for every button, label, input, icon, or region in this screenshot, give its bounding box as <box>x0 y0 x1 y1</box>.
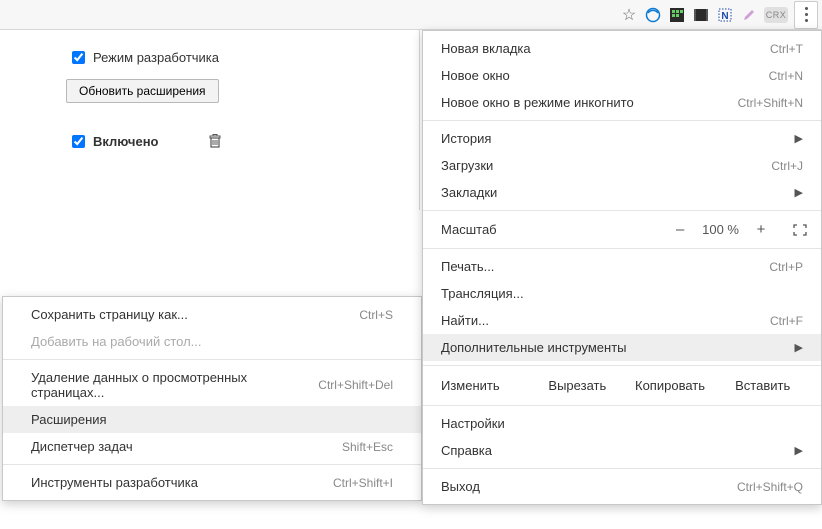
submenu-save-page[interactable]: Сохранить страницу как... Ctrl+S <box>3 301 421 328</box>
menu-label: Новое окно в режиме инкогнито <box>441 95 634 110</box>
menu-new-window[interactable]: Новое окно Ctrl+N <box>423 62 821 89</box>
menu-shortcut: Ctrl+N <box>769 69 803 83</box>
chrome-menu-button[interactable] <box>794 1 818 29</box>
menu-history[interactable]: История ▶ <box>423 125 821 152</box>
menu-incognito[interactable]: Новое окно в режиме инкогнито Ctrl+Shift… <box>423 89 821 116</box>
menu-separator <box>423 248 821 249</box>
submenu-shortcut: Ctrl+S <box>359 308 393 322</box>
fullscreen-icon[interactable] <box>791 223 809 237</box>
zoom-controls: – 100 % + <box>672 221 809 238</box>
menu-separator <box>3 464 421 465</box>
svg-text:N: N <box>721 11 728 22</box>
menu-label: Новое окно <box>441 68 510 83</box>
submenu-label: Инструменты разработчика <box>31 475 198 490</box>
edit-cut-button[interactable]: Вырезать <box>531 376 624 395</box>
browser-toolbar: ☆ N CRX <box>0 0 822 30</box>
edit-label: Изменить <box>441 378 531 393</box>
crx-badge[interactable]: CRX <box>764 7 788 23</box>
menu-label: Печать... <box>441 259 494 274</box>
extension-edge-icon[interactable] <box>644 6 662 24</box>
menu-label: Найти... <box>441 313 489 328</box>
menu-new-tab[interactable]: Новая вкладка Ctrl+T <box>423 35 821 62</box>
star-icon[interactable]: ☆ <box>620 6 638 24</box>
submenu-label: Добавить на рабочий стол... <box>31 334 202 349</box>
submenu-extensions[interactable]: Расширения <box>3 406 421 433</box>
menu-label: История <box>441 131 491 146</box>
menu-label: Новая вкладка <box>441 41 531 56</box>
zoom-out-button[interactable]: – <box>672 221 688 238</box>
dev-mode-label: Режим разработчика <box>93 50 219 65</box>
menu-separator <box>423 210 821 211</box>
trash-icon[interactable] <box>207 133 223 149</box>
edit-copy-button[interactable]: Копировать <box>624 376 717 395</box>
edit-paste-button[interactable]: Вставить <box>716 376 809 395</box>
menu-more-tools[interactable]: Дополнительные инструменты ▶ <box>423 334 821 361</box>
menu-settings[interactable]: Настройки <box>423 410 821 437</box>
menu-shortcut: Ctrl+F <box>770 314 803 328</box>
submenu-dev-tools[interactable]: Инструменты разработчика Ctrl+Shift+I <box>3 469 421 496</box>
update-extensions-button[interactable]: Обновить расширения <box>66 79 219 103</box>
extension-n-icon[interactable]: N <box>716 6 734 24</box>
zoom-in-button[interactable]: + <box>753 221 769 238</box>
menu-label: Загрузки <box>441 158 493 173</box>
menu-label: Закладки <box>441 185 497 200</box>
submenu-task-manager[interactable]: Диспетчер задач Shift+Esc <box>3 433 421 460</box>
enabled-label: Включено <box>93 134 159 149</box>
extension-pencil-icon[interactable] <box>740 6 758 24</box>
dev-mode-row: Режим разработчика <box>72 50 395 65</box>
menu-downloads[interactable]: Загрузки Ctrl+J <box>423 152 821 179</box>
menu-label: Справка <box>441 443 492 458</box>
menu-label: Выход <box>441 479 480 494</box>
menu-shortcut: Ctrl+J <box>771 159 803 173</box>
submenu-label: Диспетчер задач <box>31 439 133 454</box>
menu-label: Дополнительные инструменты <box>441 340 627 355</box>
menu-bookmarks[interactable]: Закладки ▶ <box>423 179 821 206</box>
submenu-clear-browsing[interactable]: Удаление данных о просмотренных страница… <box>3 364 421 406</box>
menu-exit[interactable]: Выход Ctrl+Shift+Q <box>423 473 821 500</box>
chevron-right-icon: ▶ <box>795 186 803 199</box>
menu-help[interactable]: Справка ▶ <box>423 437 821 464</box>
dev-mode-checkbox[interactable] <box>72 51 85 64</box>
submenu-add-desktop: Добавить на рабочий стол... <box>3 328 421 355</box>
menu-separator <box>423 120 821 121</box>
menu-separator <box>423 405 821 406</box>
submenu-shortcut: Shift+Esc <box>342 440 393 454</box>
menu-label: Трансляция... <box>441 286 524 301</box>
submenu-shortcut: Ctrl+Shift+I <box>333 476 393 490</box>
menu-shortcut: Ctrl+T <box>770 42 803 56</box>
zoom-percent: 100 % <box>702 222 739 237</box>
menu-zoom-row: Масштаб – 100 % + <box>423 215 821 244</box>
submenu-shortcut: Ctrl+Shift+Del <box>318 378 393 392</box>
menu-print[interactable]: Печать... Ctrl+P <box>423 253 821 280</box>
enabled-checkbox[interactable] <box>72 135 85 148</box>
menu-cast[interactable]: Трансляция... <box>423 280 821 307</box>
chrome-main-menu: Новая вкладка Ctrl+T Новое окно Ctrl+N Н… <box>422 30 822 505</box>
enabled-row: Включено <box>72 133 395 149</box>
menu-shortcut: Ctrl+P <box>769 260 803 274</box>
submenu-label: Удаление данных о просмотренных страница… <box>31 370 318 400</box>
extension-film-icon[interactable] <box>692 6 710 24</box>
more-tools-submenu: Сохранить страницу как... Ctrl+S Добавит… <box>2 296 422 501</box>
menu-edit-row: Изменить Вырезать Копировать Вставить <box>423 370 821 401</box>
menu-find[interactable]: Найти... Ctrl+F <box>423 307 821 334</box>
extensions-page: Режим разработчика Обновить расширения В… <box>0 30 420 210</box>
menu-shortcut: Ctrl+Shift+N <box>738 96 803 110</box>
menu-separator <box>423 468 821 469</box>
menu-separator <box>3 359 421 360</box>
menu-shortcut: Ctrl+Shift+Q <box>737 480 803 494</box>
chevron-right-icon: ▶ <box>795 132 803 145</box>
submenu-label: Сохранить страницу как... <box>31 307 188 322</box>
extension-grid-icon[interactable] <box>668 6 686 24</box>
menu-separator <box>423 365 821 366</box>
zoom-label: Масштаб <box>441 222 672 237</box>
chevron-right-icon: ▶ <box>795 341 803 354</box>
submenu-label: Расширения <box>31 412 107 427</box>
menu-label: Настройки <box>441 416 505 431</box>
chevron-right-icon: ▶ <box>795 444 803 457</box>
